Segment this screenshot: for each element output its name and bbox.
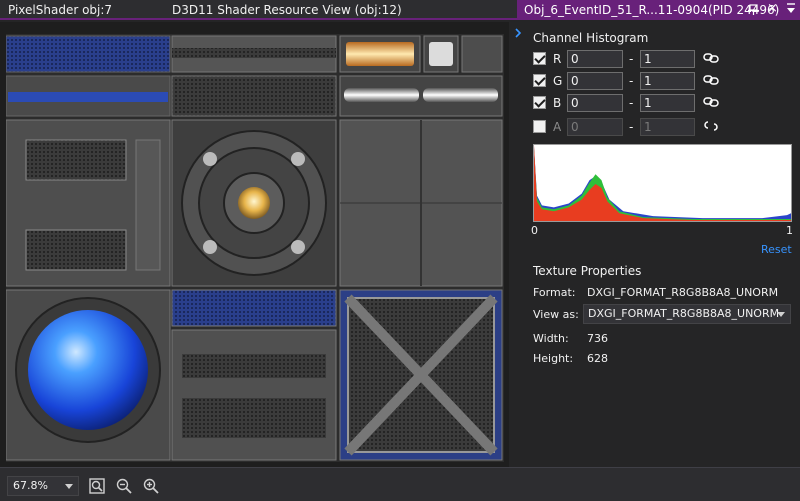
height-value: 628 [587,352,608,365]
link-icon[interactable] [703,96,719,108]
range-dash: - [629,120,634,134]
zoom-out-icon[interactable] [115,477,133,495]
channel-b-label: B [553,96,562,110]
texture-image [6,34,504,462]
chevron-down-icon[interactable] [785,1,797,17]
channel-r-checkbox[interactable] [533,52,546,65]
view-as-select[interactable]: DXGI_FORMAT_R8G8B8A8_UNORM [583,304,791,324]
width-value: 736 [587,332,608,345]
range-dash: - [629,96,634,110]
view-as-label: View as: [533,308,579,321]
channel-a-label: A [553,120,562,134]
texture-viewer[interactable] [0,22,509,467]
histogram-red-series [534,145,791,221]
channel-row-g: G 0 - 1 [533,72,793,90]
chevron-down-icon [777,312,785,317]
histogram-axis-max: 1 [786,224,793,237]
channel-histogram-graph [533,144,792,222]
format-label: Format: [533,286,576,299]
reset-link[interactable]: Reset [761,243,792,256]
zoom-fit-icon[interactable] [88,477,106,495]
channel-row-r: R 0 - 1 [533,50,793,68]
properties-panel: Channel Histogram R 0 - 1 G 0 - 1 B 0 - … [509,22,800,467]
active-tab-label: Obj_6_EventID_51_R...11-0904(PID 24496) [524,3,780,17]
unlink-icon[interactable] [703,120,719,132]
channel-row-b: B 0 - 1 [533,94,793,112]
channel-a-max-input[interactable]: 1 [640,118,695,136]
close-icon[interactable]: × [767,1,778,16]
channel-g-max-input[interactable]: 1 [640,72,695,90]
format-value: DXGI_FORMAT_R8G8B8A8_UNORM [587,286,779,299]
view-as-value: DXGI_FORMAT_R8G8B8A8_UNORM [588,307,780,320]
channel-g-label: G [553,74,563,88]
channel-r-min-input[interactable]: 0 [567,50,623,68]
chevron-down-icon [65,484,73,489]
resource-view-title[interactable]: D3D11 Shader Resource View (obj:12) [172,3,402,17]
zoom-select[interactable]: 67.8% [7,476,79,496]
channel-row-a: A 0 - 1 [533,118,793,136]
pixel-shader-title[interactable]: PixelShader obj:7 [8,3,112,17]
channel-r-label: R [553,52,562,66]
channel-r-max-input[interactable]: 1 [640,50,695,68]
texture-properties-title: Texture Properties [533,264,642,278]
width-label: Width: [533,332,569,345]
range-dash: - [629,52,634,66]
channel-b-max-input[interactable]: 1 [640,94,695,112]
channel-g-checkbox[interactable] [533,74,546,87]
histogram-axis-min: 0 [531,224,538,237]
bottom-toolbar: 67.8% [0,467,800,501]
link-icon[interactable] [703,52,719,64]
chevron-right-icon[interactable] [513,28,523,38]
range-dash: - [629,74,634,88]
active-document-tab[interactable]: Obj_6_EventID_51_R...11-0904(PID 24496) … [517,0,800,20]
channel-histogram-title: Channel Histogram [533,31,649,45]
link-icon[interactable] [703,74,719,86]
zoom-value: 67.8% [13,479,48,492]
channel-a-checkbox[interactable] [533,120,546,133]
title-bar: PixelShader obj:7 D3D11 Shader Resource … [0,0,800,20]
height-label: Height: [533,352,574,365]
channel-g-min-input[interactable]: 0 [567,72,623,90]
zoom-in-icon[interactable] [142,477,160,495]
pin-icon[interactable] [747,2,761,16]
channel-b-min-input[interactable]: 0 [567,94,623,112]
channel-a-min-input[interactable]: 0 [567,118,623,136]
channel-b-checkbox[interactable] [533,96,546,109]
